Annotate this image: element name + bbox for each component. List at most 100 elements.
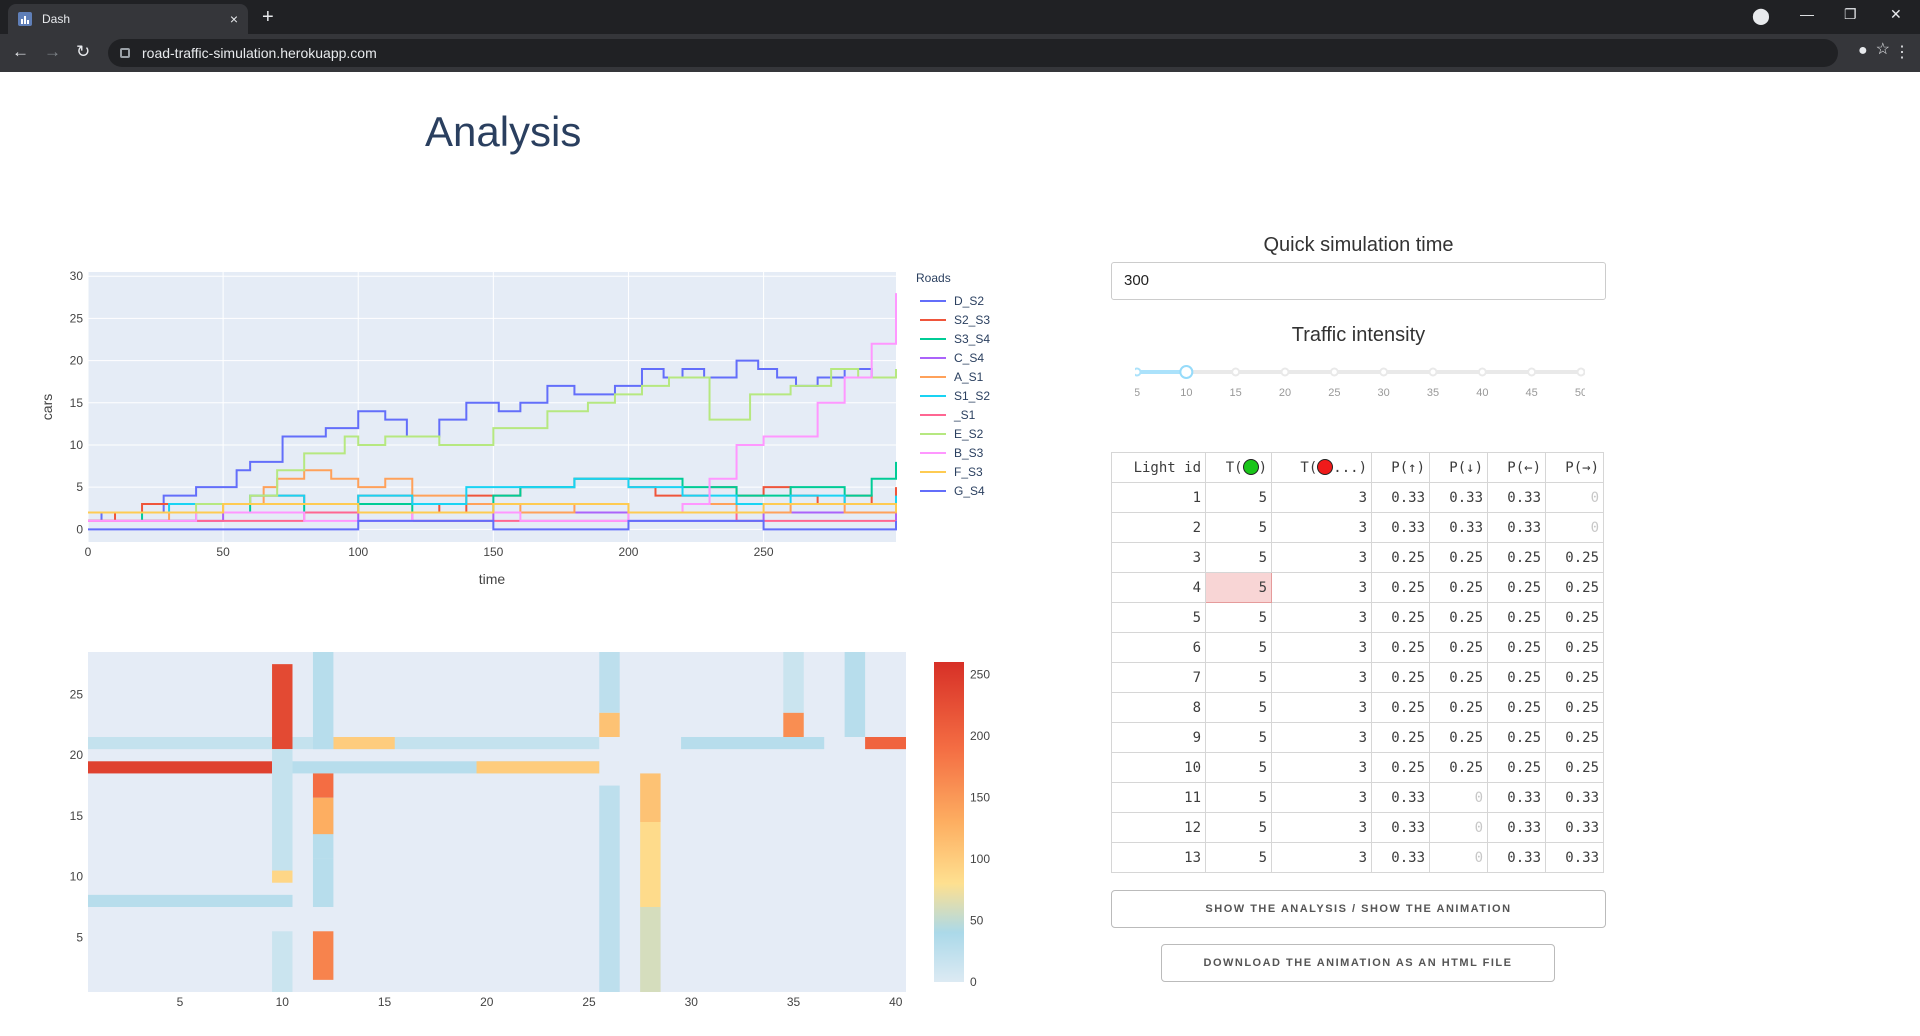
- table-cell[interactable]: 0.25: [1545, 542, 1604, 573]
- table-cell[interactable]: 3: [1271, 752, 1372, 783]
- table-cell[interactable]: 6: [1111, 632, 1206, 663]
- table-cell[interactable]: 3: [1271, 482, 1372, 513]
- slider-handle[interactable]: [1179, 365, 1194, 379]
- table-cell[interactable]: 0.25: [1429, 632, 1488, 663]
- table-cell[interactable]: 0.25: [1487, 692, 1546, 723]
- column-header[interactable]: Light id: [1111, 452, 1206, 483]
- column-header[interactable]: P(↑): [1371, 452, 1430, 483]
- table-cell[interactable]: 0.25: [1487, 572, 1546, 603]
- column-header[interactable]: T(...): [1271, 452, 1372, 483]
- profile-menu-icon[interactable]: ⬤: [1752, 6, 1770, 26]
- back-arrow-icon[interactable]: ←: [12, 42, 29, 62]
- table-cell[interactable]: 0.33: [1545, 782, 1604, 813]
- forward-arrow-icon[interactable]: →: [44, 42, 61, 62]
- table-cell[interactable]: 3: [1271, 662, 1372, 693]
- table-cell[interactable]: 0.25: [1371, 542, 1430, 573]
- table-cell[interactable]: 5: [1205, 542, 1272, 573]
- table-cell[interactable]: 5: [1111, 602, 1206, 633]
- table-cell[interactable]: 0.25: [1429, 572, 1488, 603]
- table-cell[interactable]: 0.25: [1545, 722, 1604, 753]
- table-cell[interactable]: 13: [1111, 842, 1206, 873]
- table-cell[interactable]: 3: [1111, 542, 1206, 573]
- table-cell[interactable]: 0.33: [1545, 812, 1604, 843]
- table-cell[interactable]: 0.33: [1545, 842, 1604, 873]
- browser-tab[interactable]: Dash ×: [8, 4, 248, 34]
- menu-kebab-icon[interactable]: ⋮: [1894, 42, 1910, 62]
- table-cell[interactable]: 0.25: [1545, 632, 1604, 663]
- download-animation-button[interactable]: DOWNLOAD THE ANIMATION AS AN HTML FILE: [1161, 944, 1555, 982]
- account-icon[interactable]: ●: [1858, 42, 1868, 60]
- table-cell[interactable]: 0.25: [1371, 662, 1430, 693]
- table-cell[interactable]: 0.25: [1429, 752, 1488, 783]
- table-cell[interactable]: 5: [1205, 602, 1272, 633]
- table-cell[interactable]: 0.25: [1487, 542, 1546, 573]
- table-cell[interactable]: 0.25: [1371, 572, 1430, 603]
- table-cell[interactable]: 5: [1205, 662, 1272, 693]
- table-cell[interactable]: 5: [1205, 722, 1272, 753]
- table-cell[interactable]: 9: [1111, 722, 1206, 753]
- table-cell[interactable]: 0.33: [1371, 842, 1430, 873]
- table-cell[interactable]: 0.25: [1545, 692, 1604, 723]
- close-window-button[interactable]: ✕: [1890, 6, 1902, 23]
- table-cell[interactable]: 7: [1111, 662, 1206, 693]
- traffic-intensity-slider[interactable]: 5 10 15 20 25 30 35 40 45 50: [1135, 360, 1585, 400]
- table-cell[interactable]: 5: [1205, 572, 1272, 603]
- table-cell[interactable]: 5: [1205, 482, 1272, 513]
- table-cell[interactable]: 0.33: [1487, 842, 1546, 873]
- table-cell[interactable]: 0.25: [1371, 752, 1430, 783]
- table-cell[interactable]: 0.25: [1487, 602, 1546, 633]
- table-cell[interactable]: 5: [1205, 842, 1272, 873]
- maximize-button[interactable]: ❐: [1844, 6, 1857, 23]
- table-cell[interactable]: 0.25: [1429, 692, 1488, 723]
- table-cell[interactable]: 0.25: [1429, 602, 1488, 633]
- table-cell[interactable]: 0: [1545, 482, 1604, 513]
- table-cell[interactable]: 0.25: [1487, 662, 1546, 693]
- table-cell[interactable]: 3: [1271, 842, 1372, 873]
- url-field[interactable]: road-traffic-simulation.herokuapp.com: [108, 39, 1838, 67]
- table-cell[interactable]: 3: [1271, 782, 1372, 813]
- new-tab-button[interactable]: +: [262, 6, 274, 29]
- table-cell[interactable]: 5: [1205, 782, 1272, 813]
- table-cell[interactable]: 0.25: [1371, 632, 1430, 663]
- table-cell[interactable]: 0.33: [1371, 482, 1430, 513]
- table-cell[interactable]: 0.25: [1545, 572, 1604, 603]
- lights-table[interactable]: Light id T() T(...) P(↑) P(↓) P(←) P(→) 1 5 3 0.3…: [1111, 452, 1604, 873]
- table-cell[interactable]: 0.25: [1487, 752, 1546, 783]
- table-cell[interactable]: 3: [1271, 722, 1372, 753]
- column-header[interactable]: P(←): [1487, 452, 1546, 483]
- table-cell[interactable]: 12: [1111, 812, 1206, 843]
- table-cell[interactable]: 0.25: [1371, 602, 1430, 633]
- table-cell[interactable]: 5: [1205, 752, 1272, 783]
- table-cell[interactable]: 0.25: [1429, 542, 1488, 573]
- table-cell[interactable]: 5: [1205, 512, 1272, 543]
- table-cell[interactable]: 0.25: [1371, 722, 1430, 753]
- table-cell[interactable]: 0: [1545, 512, 1604, 543]
- table-cell[interactable]: 0.25: [1429, 722, 1488, 753]
- table-cell[interactable]: 0: [1429, 812, 1488, 843]
- table-cell[interactable]: 11: [1111, 782, 1206, 813]
- table-cell[interactable]: 1: [1111, 482, 1206, 513]
- table-cell[interactable]: 3: [1271, 812, 1372, 843]
- table-cell[interactable]: 0.33: [1487, 482, 1546, 513]
- table-cell[interactable]: 3: [1271, 602, 1372, 633]
- table-cell[interactable]: 0.33: [1487, 512, 1546, 543]
- table-cell[interactable]: 0.25: [1487, 722, 1546, 753]
- table-cell[interactable]: 0.25: [1371, 692, 1430, 723]
- traffic-heatmap-chart[interactable]: 5 10 15 20 25 30 35 40510152025050100150200250: [40, 572, 1000, 1022]
- table-cell[interactable]: 5: [1205, 812, 1272, 843]
- bookmark-star-icon[interactable]: ☆: [1876, 39, 1890, 59]
- table-cell[interactable]: 5: [1205, 632, 1272, 663]
- table-cell[interactable]: 10: [1111, 752, 1206, 783]
- table-cell[interactable]: 3: [1271, 572, 1372, 603]
- cars-over-time-chart[interactable]: 0 50 100 150 200 250051015202530timecarsRoads…: [40, 192, 1000, 592]
- table-cell[interactable]: 0.25: [1545, 662, 1604, 693]
- table-cell[interactable]: 0.33: [1487, 782, 1546, 813]
- table-cell[interactable]: 0.25: [1429, 662, 1488, 693]
- table-cell[interactable]: 2: [1111, 512, 1206, 543]
- table-cell[interactable]: 0.25: [1487, 632, 1546, 663]
- table-cell[interactable]: 8: [1111, 692, 1206, 723]
- column-header[interactable]: P(→): [1545, 452, 1604, 483]
- table-cell[interactable]: 0.33: [1429, 482, 1488, 513]
- column-header[interactable]: P(↓): [1429, 452, 1488, 483]
- table-cell[interactable]: 0: [1429, 842, 1488, 873]
